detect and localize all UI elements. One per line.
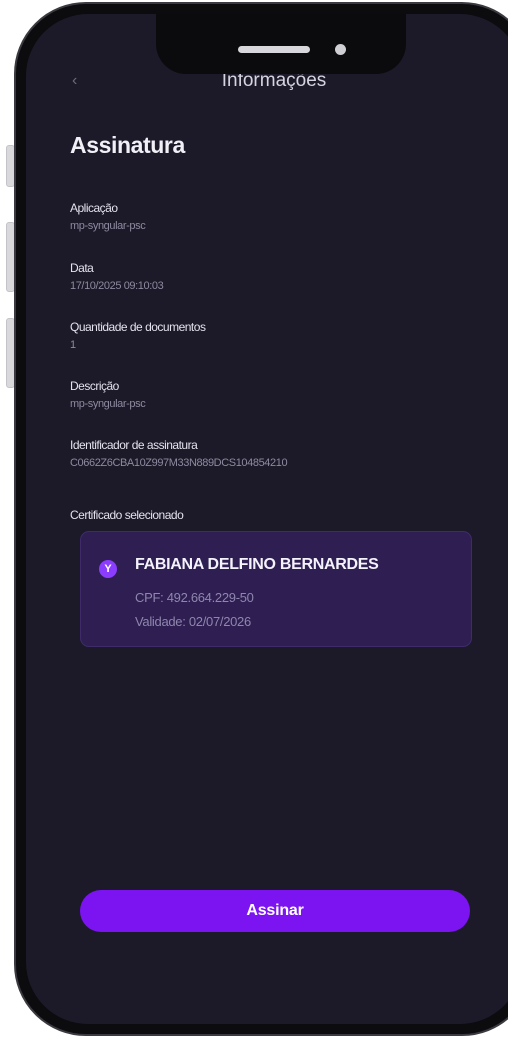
certificate-holder-name: FABIANA DELFINO BERNARDES [135,556,379,573]
field-description: Descrição mp-syngular-psc [70,378,146,412]
field-label: Aplicação [70,201,118,215]
field-value: 17/10/2025 09:10:03 [70,280,164,292]
field-date: Data 17/10/2025 09:10:03 [70,260,164,294]
page-title: Assinatura [70,132,185,158]
sign-button[interactable]: Assinar [80,890,470,932]
certificate-cpf: CPF: 492.664.229-50 [135,590,254,605]
field-label: Quantidade de documentos [70,320,206,334]
certificate-avatar-icon: Y [99,560,117,578]
field-value: mp-syngular-psc [70,398,146,410]
phone-notch [156,14,406,74]
field-signature-id: Identificador de assinatura C0662Z6CBA10… [70,437,288,471]
field-application: Aplicação mp-syngular-psc [70,200,146,234]
phone-frame: ‹ Informações Assinatura Aplicação mp-sy… [14,2,508,1036]
field-label: Descrição [70,379,119,393]
field-label: Data [70,261,94,275]
speaker-grille [238,46,310,53]
device-mockup: ‹ Informações Assinatura Aplicação mp-sy… [0,0,508,1038]
certificate-heading: Certificado selecionado [70,508,184,522]
field-value: mp-syngular-psc [70,220,146,232]
field-label: Identificador de assinatura [70,438,198,452]
certificate-validity: Validade: 02/07/2026 [135,614,251,629]
certificate-card[interactable]: Y FABIANA DELFINO BERNARDES CPF: 492.664… [80,531,472,647]
field-value: 1 [70,339,76,351]
field-document-count: Quantidade de documentos 1 [70,319,206,353]
field-value: C0662Z6CBA10Z997M33N889DCS104854210 [70,457,288,469]
front-camera [335,44,346,55]
app-screen: ‹ Informações Assinatura Aplicação mp-sy… [26,14,508,1024]
